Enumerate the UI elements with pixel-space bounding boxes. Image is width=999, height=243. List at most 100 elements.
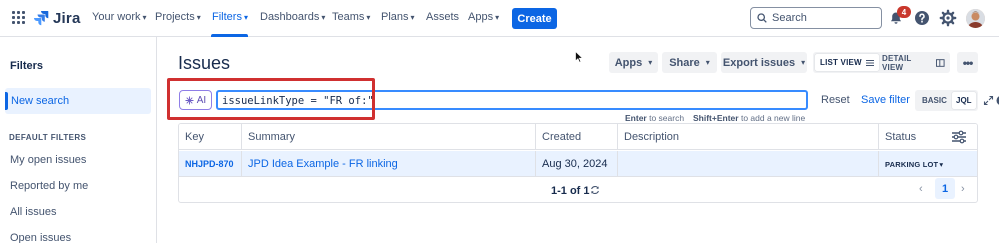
jql-query-value: issueLinkType = "FR of:"	[222, 95, 374, 107]
status-dropdown[interactable]: PARKING LOT ▾	[885, 158, 943, 171]
chevron-down-icon: ▾	[321, 12, 326, 22]
selected-indicator	[5, 92, 8, 110]
sidebar-item-new-search[interactable]: New search	[5, 88, 151, 114]
sidebar-title: Filters	[10, 60, 44, 72]
nav-filters[interactable]: Filters ▾	[212, 11, 248, 23]
reset-button[interactable]: Reset	[821, 94, 850, 106]
chevron-down-icon: ▾	[243, 12, 248, 22]
export-issues-button[interactable]: Export issues ▾	[721, 52, 807, 73]
issue-description	[618, 151, 879, 177]
search-hint-newline: Shift+Enter to add a new line	[693, 113, 805, 123]
nav-plans[interactable]: Plans ▾	[381, 11, 415, 23]
table-header: Key Summary Created Description Status	[179, 124, 977, 150]
hint-key: Enter	[625, 113, 647, 123]
ai-sparkle-icon	[185, 96, 194, 104]
search-hint-enter: Enter to search	[625, 113, 684, 123]
previous-page-icon[interactable]: ‹	[919, 183, 923, 195]
chevron-down-icon: ▾	[495, 12, 500, 22]
button-label: DETAIL VIEW	[882, 53, 912, 72]
hint-text: to add a new line	[740, 113, 806, 123]
sidebar-section-heading: DEFAULT FILTERS	[9, 133, 87, 142]
search-icon	[757, 13, 767, 23]
create-button[interactable]: Create	[512, 8, 557, 29]
page-number-button[interactable]: 1	[935, 178, 955, 199]
detail-view-icon	[936, 58, 945, 67]
nav-projects[interactable]: Projects ▾	[155, 11, 201, 23]
jql-query-input[interactable]: issueLinkType = "FR of:"	[216, 90, 999, 110]
hint-key: Shift+Enter	[693, 113, 739, 123]
issue-summary-link[interactable]: JPD Idea Example - FR linking	[242, 151, 536, 177]
column-header-description[interactable]: Description	[618, 124, 879, 150]
refresh-icon[interactable]	[590, 185, 600, 195]
sidebar-item-my-open-issues[interactable]: My open issues	[10, 154, 86, 166]
user-avatar[interactable]	[966, 9, 985, 28]
chevron-down-icon: ▾	[410, 12, 415, 22]
sidebar-item-open-issues[interactable]: Open issues	[10, 232, 71, 243]
more-actions-button[interactable]: •••	[957, 52, 978, 73]
nav-dashboards[interactable]: Dashboards ▾	[260, 11, 325, 23]
nav-your-work[interactable]: Your work ▾	[92, 11, 147, 23]
detail-view-button[interactable]: DETAIL VIEW	[877, 53, 950, 72]
chevron-down-icon: ▾	[705, 58, 710, 67]
chevron-down-icon: ▾	[366, 12, 371, 22]
notification-badge: 4	[897, 6, 911, 18]
ai-label: AI	[196, 94, 207, 106]
chevron-down-icon: ▾	[142, 12, 147, 22]
column-settings-icon[interactable]	[951, 130, 967, 144]
nav-teams[interactable]: Teams ▾	[332, 11, 370, 23]
column-header-summary[interactable]: Summary	[242, 124, 536, 150]
ai-search-button[interactable]: AI	[179, 90, 212, 110]
button-label: Share	[669, 56, 700, 69]
issue-key-link[interactable]: NHJPD-870	[179, 151, 242, 177]
table-row[interactable]: NHJPD-870 JPD Idea Example - FR linking …	[179, 151, 977, 177]
issue-created-date: Aug 30, 2024	[536, 151, 618, 177]
list-icon	[865, 59, 874, 66]
nav-label: Filters	[212, 11, 242, 23]
nav-label: Your work	[92, 11, 141, 23]
share-button[interactable]: Share ▾	[662, 52, 717, 73]
nav-label: Teams	[332, 11, 365, 23]
button-label: Apps	[614, 56, 643, 69]
list-view-button[interactable]: LIST VIEW	[815, 54, 879, 71]
settings-icon[interactable]	[939, 9, 957, 27]
results-count: 1-1 of 1	[551, 185, 590, 197]
apps-button[interactable]: Apps ▾	[609, 52, 658, 73]
app-switcher-icon[interactable]	[12, 11, 26, 25]
chevron-down-icon: ▾	[196, 12, 201, 22]
global-search-input[interactable]: Search	[750, 7, 882, 29]
search-placeholder: Search	[772, 12, 807, 24]
text-caret	[373, 94, 375, 106]
next-page-icon[interactable]: ›	[961, 183, 965, 195]
expand-icon[interactable]	[983, 95, 994, 106]
page-title: Issues	[178, 53, 231, 73]
avatar-image	[966, 9, 985, 28]
sidebar-item-label: New search	[11, 95, 70, 107]
status-label: PARKING LOT	[885, 160, 939, 169]
nav-label: Assets	[426, 11, 460, 23]
jql-query-text: issueLinkType = "FR of:"	[222, 94, 375, 107]
nav-apps[interactable]: Apps ▾	[468, 11, 499, 23]
nav-assets[interactable]: Assets	[426, 11, 459, 23]
view-toggle: LIST VIEW DETAIL VIEW	[813, 52, 950, 73]
top-navigation: Jira Your work ▾ Projects ▾ Filters ▾ Dashb…	[0, 0, 999, 37]
nav-label: Apps	[468, 11, 494, 23]
sidebar-item-reported-by-me[interactable]: Reported by me	[10, 180, 88, 192]
save-filter-button[interactable]: Save filter	[861, 94, 910, 106]
nav-label: Dashboards	[260, 11, 320, 23]
chevron-down-icon: ▾	[939, 160, 944, 169]
column-header-created[interactable]: Created	[536, 124, 618, 150]
nav-label: Plans	[381, 11, 409, 23]
button-label: Export issues	[722, 56, 796, 69]
jira-logo[interactable]: Jira	[33, 9, 81, 27]
chevron-down-icon: ▾	[648, 58, 653, 67]
column-header-key[interactable]: Key	[179, 124, 242, 150]
active-nav-indicator	[211, 34, 248, 37]
sidebar-item-all-issues[interactable]: All issues	[10, 206, 56, 218]
help-icon[interactable]	[913, 9, 931, 27]
jql-mode-button[interactable]: JQL	[952, 92, 976, 109]
chevron-down-icon: ▾	[801, 58, 806, 67]
basic-mode-button[interactable]: BASIC	[918, 92, 951, 109]
hint-text: to search	[649, 113, 685, 123]
issues-table: Key Summary Created Description Status N…	[178, 123, 978, 203]
nav-label: Projects	[155, 11, 195, 23]
